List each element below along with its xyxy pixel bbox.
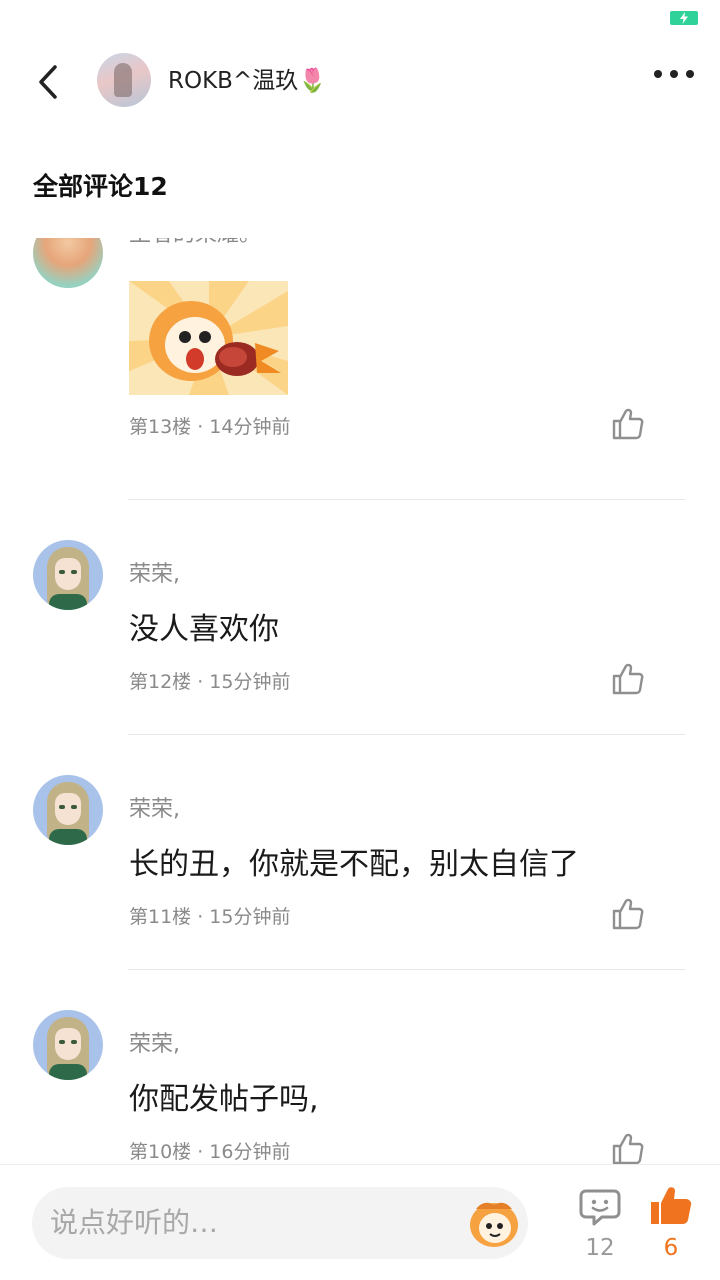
comment-item: 荣荣, 没人喜欢你 第12楼 · 15分钟前 xyxy=(0,500,720,735)
comment-floor-time: 第11楼 · 15分钟前 xyxy=(129,906,291,928)
emoji-icon[interactable] xyxy=(466,1197,522,1249)
comment-floor-time: 第12楼 · 15分钟前 xyxy=(129,671,291,693)
comment-text: 你配发帖子吗, xyxy=(129,1082,319,1117)
like-icon[interactable] xyxy=(610,406,646,442)
comment-floor-time: 第10楼 · 16分钟前 xyxy=(129,1141,291,1163)
battery-icon xyxy=(670,11,698,25)
comment-count-button[interactable]: 12 xyxy=(578,1187,622,1267)
author-avatar[interactable] xyxy=(97,53,151,107)
status-bar xyxy=(0,0,720,36)
like-count-button[interactable]: 6 xyxy=(648,1185,694,1267)
comment-text: 没人喜欢你 xyxy=(129,612,279,647)
all-comments-title: 全部评论12 xyxy=(33,172,168,201)
comment-floor-time: 第13楼 · 14分钟前 xyxy=(129,416,291,438)
commenter-avatar[interactable] xyxy=(33,1010,103,1080)
commenter-avatar[interactable] xyxy=(33,775,103,845)
comment-input-placeholder: 说点好听的… xyxy=(50,1206,219,1239)
like-icon[interactable] xyxy=(610,896,646,932)
comment-item: 荣荣, 长的丑，你就是不配，别太自信了 第11楼 · 15分钟前 xyxy=(0,735,720,970)
comment-item: 王者的荣耀。 第13楼 · 14 xyxy=(0,238,720,500)
commenter-avatar[interactable] xyxy=(33,238,103,288)
header: ROKB^温玖🌷 xyxy=(0,44,720,120)
author-name[interactable]: ROKB^温玖🌷 xyxy=(168,64,327,98)
like-icon[interactable] xyxy=(610,661,646,697)
like-icon xyxy=(651,1187,692,1224)
comment-count: 12 xyxy=(585,1235,615,1261)
like-icon[interactable] xyxy=(610,1131,646,1164)
comment-sticker[interactable] xyxy=(129,281,288,395)
like-count: 6 xyxy=(663,1235,679,1261)
comment-list[interactable]: 王者的荣耀。 第13楼 · 14 xyxy=(0,238,720,1164)
comment-text: 长的丑，你就是不配，别太自信了 xyxy=(129,847,579,882)
commenter-name[interactable]: 荣荣, xyxy=(129,1030,180,1060)
comment-input[interactable]: 说点好听的… xyxy=(32,1187,528,1259)
comment-item: 荣荣, 你配发帖子吗, 第10楼 · 16分钟前 xyxy=(0,970,720,1164)
commenter-name[interactable]: 荣荣, xyxy=(129,560,180,590)
more-icon[interactable] xyxy=(654,70,694,78)
back-button[interactable] xyxy=(26,58,70,106)
bottom-bar: 说点好听的… 12 6 xyxy=(0,1164,720,1280)
back-arrow-icon xyxy=(39,65,57,99)
comment-icon xyxy=(579,1189,621,1226)
commenter-name[interactable]: 王者的荣耀。 xyxy=(129,238,261,250)
commenter-avatar[interactable] xyxy=(33,540,103,610)
commenter-name[interactable]: 荣荣, xyxy=(129,795,180,825)
